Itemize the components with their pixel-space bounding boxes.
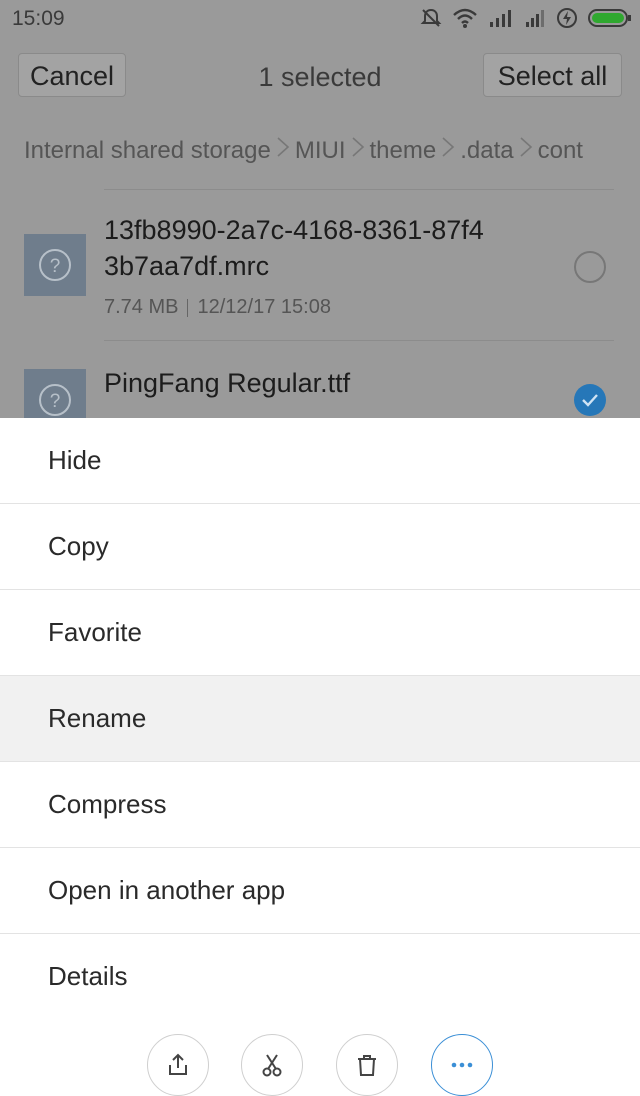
cut-button[interactable] bbox=[241, 1034, 303, 1096]
file-name-continued: 3b7aa7df.mrc bbox=[104, 251, 270, 281]
menu-item-compress[interactable]: Compress bbox=[0, 762, 640, 848]
checkmark-icon bbox=[582, 394, 598, 407]
more-button[interactable] bbox=[431, 1034, 493, 1096]
unknown-file-icon: ? bbox=[24, 369, 86, 418]
file-date: 12/12/17 15:08 bbox=[197, 296, 331, 318]
chevron-right-icon bbox=[519, 136, 533, 165]
mute-icon bbox=[420, 7, 442, 29]
chevron-right-icon bbox=[351, 136, 365, 165]
share-icon bbox=[169, 1053, 187, 1075]
more-icon bbox=[451, 1062, 473, 1068]
cut-icon bbox=[262, 1054, 282, 1077]
file-name: 13fb8990-2a7c-4168-8361-87f4 bbox=[104, 215, 484, 245]
file-list-item[interactable]: ? PingFang Regular.ttf bbox=[0, 341, 640, 418]
breadcrumb-item[interactable]: cont bbox=[538, 137, 583, 165]
selection-header: Cancel 1 selected Select all bbox=[0, 38, 640, 116]
select-checkbox[interactable] bbox=[574, 251, 606, 283]
breadcrumb-item[interactable]: MIUI bbox=[295, 137, 346, 165]
file-meta: 7.74 MB 12/12/17 15:08 bbox=[104, 296, 331, 319]
svg-text:?: ? bbox=[50, 391, 61, 412]
battery-icon bbox=[588, 7, 632, 29]
delete-icon bbox=[358, 1055, 376, 1076]
file-size: 7.74 MB bbox=[104, 296, 179, 318]
chevron-right-icon bbox=[441, 136, 455, 165]
breadcrumb-item[interactable]: .data bbox=[460, 137, 513, 165]
breadcrumb: Internal shared storage MIUI theme .data… bbox=[24, 136, 640, 165]
menu-item-open-in-another-app[interactable]: Open in another app bbox=[0, 848, 640, 934]
menu-item-favorite[interactable]: Favorite bbox=[0, 590, 640, 676]
share-button[interactable] bbox=[147, 1034, 209, 1096]
menu-item-hide[interactable]: Hide bbox=[0, 418, 640, 504]
file-list-item[interactable]: ? 13fb8990-2a7c-4168-8361-87f4 3b7aa7df.… bbox=[0, 190, 640, 340]
status-bar: 15:09 bbox=[0, 0, 640, 38]
file-browser-screen: 15:09 Cancel 1 selected Select all Inter… bbox=[0, 0, 640, 418]
delete-button[interactable] bbox=[336, 1034, 398, 1096]
menu-item-details[interactable]: Details bbox=[0, 934, 640, 1020]
action-menu: Hide Copy Favorite Rename Compress Open … bbox=[0, 418, 640, 1020]
bottom-toolbar bbox=[0, 1019, 640, 1096]
wifi-icon bbox=[452, 7, 478, 29]
select-all-button[interactable]: Select all bbox=[483, 53, 622, 97]
breadcrumb-item[interactable]: theme bbox=[370, 137, 437, 165]
select-checkbox-checked[interactable] bbox=[574, 384, 606, 416]
meta-divider bbox=[187, 298, 189, 317]
chevron-right-icon bbox=[276, 136, 290, 165]
menu-item-copy[interactable]: Copy bbox=[0, 504, 640, 590]
status-time: 15:09 bbox=[12, 7, 65, 30]
charging-icon bbox=[556, 7, 578, 29]
unknown-file-icon: ? bbox=[24, 234, 86, 296]
breadcrumb-item[interactable]: Internal shared storage bbox=[24, 137, 271, 165]
svg-text:?: ? bbox=[50, 256, 61, 277]
menu-item-rename[interactable]: Rename bbox=[0, 676, 640, 762]
status-icons bbox=[420, 5, 632, 31]
signal-icon-2 bbox=[524, 8, 546, 28]
file-name: PingFang Regular.ttf bbox=[104, 368, 351, 398]
signal-icon bbox=[488, 8, 514, 28]
